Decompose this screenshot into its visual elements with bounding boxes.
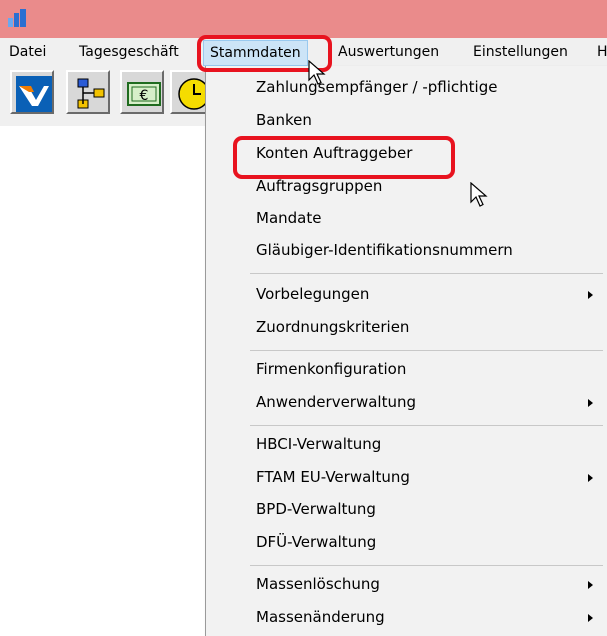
menu-item-auftragsgruppen[interactable]: Auftragsgruppen	[256, 177, 382, 195]
menu-item-massenloeschung[interactable]: Massenlöschung	[256, 575, 380, 593]
volksbank-button[interactable]	[10, 70, 54, 114]
menu-separator	[250, 565, 603, 566]
menu-item-anwenderverwaltung[interactable]: Anwenderverwaltung	[256, 393, 416, 411]
euro-button[interactable]: €	[120, 70, 164, 114]
menu-item-vorbelegungen[interactable]: Vorbelegungen	[256, 285, 369, 303]
konten-auftraggeber-highlight-box	[233, 136, 455, 179]
mouse-pointer-icon	[470, 182, 488, 207]
flowchart-icon	[77, 78, 105, 109]
menu-separator	[250, 425, 603, 426]
submenu-arrow-icon	[588, 399, 593, 407]
submenu-arrow-icon	[588, 581, 593, 589]
volksbank-logo-icon	[16, 76, 52, 112]
menu-item-firmenkonfiguration[interactable]: Firmenkonfiguration	[256, 360, 406, 378]
svg-text:€: €	[140, 88, 149, 104]
menu-item-zahlungsempfaenger[interactable]: Zahlungsempfänger / -pflichtige	[256, 78, 497, 96]
app-window: Datei Tagesgeschäft Stammdaten Auswertun…	[0, 0, 607, 636]
menu-item-mandate[interactable]: Mandate	[256, 209, 321, 227]
menu-item-bpd-verwaltung[interactable]: BPD-Verwaltung	[256, 500, 376, 518]
menu-datei[interactable]: Datei	[9, 44, 46, 60]
menu-hilfe[interactable]: H	[597, 44, 607, 60]
menu-item-ftam-eu-verwaltung[interactable]: FTAM EU-Verwaltung	[256, 468, 410, 486]
menu-item-dfue-verwaltung[interactable]: DFÜ-Verwaltung	[256, 533, 376, 551]
menu-item-banken[interactable]: Banken	[256, 111, 312, 129]
euro-note-icon: €	[127, 82, 161, 106]
menu-separator	[250, 350, 603, 351]
submenu-arrow-icon	[588, 614, 593, 622]
menu-tagesgeschaeft[interactable]: Tagesgeschäft	[79, 44, 179, 60]
menu-auswertungen[interactable]: Auswertungen	[338, 44, 439, 60]
menu-separator	[250, 273, 603, 274]
mouse-pointer-icon	[308, 60, 326, 85]
menu-einstellungen[interactable]: Einstellungen	[473, 44, 568, 60]
flowchart-button[interactable]	[66, 70, 110, 114]
bar-chart-app-icon[interactable]	[8, 9, 28, 27]
menu-item-glaeubiger-id[interactable]: Gläubiger-Identifikationsnummern	[256, 241, 513, 259]
title-bar	[0, 0, 607, 38]
menu-item-massenaenderung[interactable]: Massenänderung	[256, 608, 385, 626]
menu-item-zuordnungskriterien[interactable]: Zuordnungskriterien	[256, 318, 409, 336]
submenu-arrow-icon	[588, 291, 593, 299]
submenu-arrow-icon	[588, 474, 593, 482]
menu-item-hbci-verwaltung[interactable]: HBCI-Verwaltung	[256, 435, 381, 453]
